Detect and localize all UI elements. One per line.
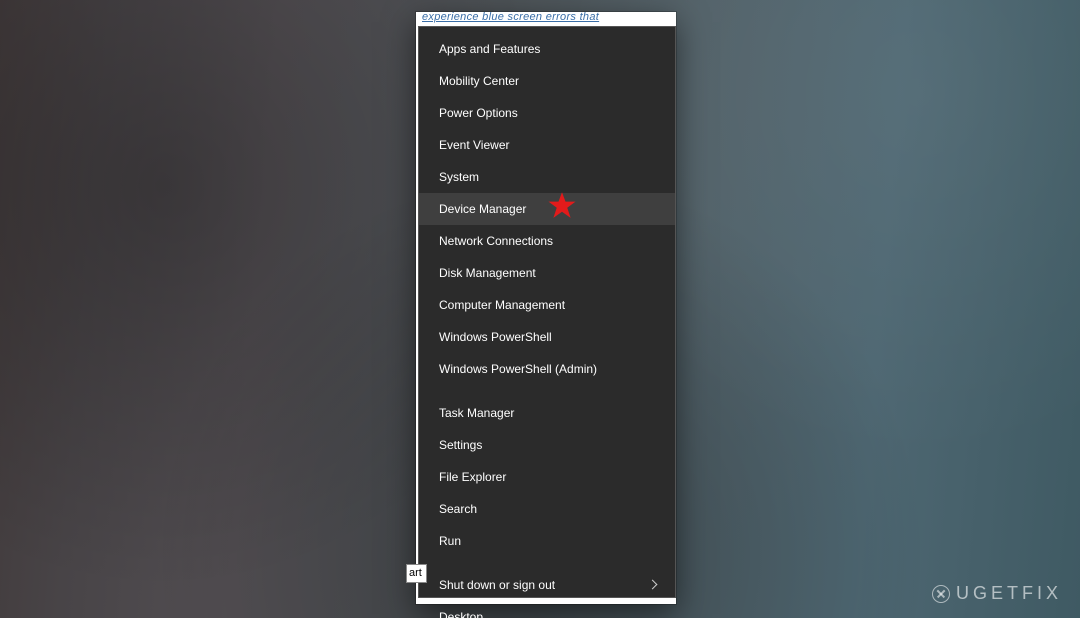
menu-item-windows-powershell[interactable]: Windows PowerShell bbox=[419, 321, 675, 353]
winx-power-user-menu: Apps and Features Mobility Center Power … bbox=[418, 26, 676, 598]
menu-item-label: Desktop bbox=[439, 610, 483, 618]
menu-group-2: Task Manager Settings File Explorer Sear… bbox=[419, 397, 675, 557]
menu-item-computer-management[interactable]: Computer Management bbox=[419, 289, 675, 321]
menu-item-label: Search bbox=[439, 502, 477, 516]
menu-item-label: Network Connections bbox=[439, 234, 553, 248]
menu-group-1: Apps and Features Mobility Center Power … bbox=[419, 27, 675, 385]
watermark-text: UGETFIX bbox=[956, 583, 1062, 604]
menu-item-file-explorer[interactable]: File Explorer bbox=[419, 461, 675, 493]
menu-item-label: Disk Management bbox=[439, 266, 536, 280]
menu-item-label: Run bbox=[439, 534, 461, 548]
menu-item-apps-and-features[interactable]: Apps and Features bbox=[419, 33, 675, 65]
chevron-right-icon bbox=[647, 579, 659, 591]
menu-item-desktop[interactable]: Desktop bbox=[419, 601, 675, 618]
menu-item-label: Power Options bbox=[439, 106, 518, 120]
menu-item-run[interactable]: Run bbox=[419, 525, 675, 557]
star-icon bbox=[547, 191, 577, 221]
desktop-background: experience blue screen errors that Apps … bbox=[0, 0, 1080, 618]
menu-item-network-connections[interactable]: Network Connections bbox=[419, 225, 675, 257]
menu-item-event-viewer[interactable]: Event Viewer bbox=[419, 129, 675, 161]
menu-item-windows-powershell-admin[interactable]: Windows PowerShell (Admin) bbox=[419, 353, 675, 385]
watermark: UGETFIX bbox=[932, 583, 1062, 604]
menu-item-power-options[interactable]: Power Options bbox=[419, 97, 675, 129]
menu-item-label: System bbox=[439, 170, 479, 184]
menu-item-mobility-center[interactable]: Mobility Center bbox=[419, 65, 675, 97]
screenshot-panel: experience blue screen errors that Apps … bbox=[416, 12, 676, 604]
menu-item-settings[interactable]: Settings bbox=[419, 429, 675, 461]
menu-item-label: Windows PowerShell (Admin) bbox=[439, 362, 597, 376]
start-tooltip: art bbox=[406, 564, 427, 583]
menu-item-label: Mobility Center bbox=[439, 74, 519, 88]
menu-item-label: Device Manager bbox=[439, 202, 526, 216]
background-article-text: experience blue screen errors that bbox=[416, 12, 676, 26]
menu-item-label: Apps and Features bbox=[439, 42, 540, 56]
menu-item-label: Shut down or sign out bbox=[439, 578, 555, 592]
wrench-icon bbox=[932, 585, 950, 603]
menu-item-shut-down-or-sign-out[interactable]: Shut down or sign out bbox=[419, 569, 675, 601]
menu-item-disk-management[interactable]: Disk Management bbox=[419, 257, 675, 289]
menu-item-label: Task Manager bbox=[439, 406, 514, 420]
menu-group-3: Shut down or sign out Desktop bbox=[419, 569, 675, 618]
menu-item-label: File Explorer bbox=[439, 470, 506, 484]
menu-item-system[interactable]: System bbox=[419, 161, 675, 193]
menu-item-search[interactable]: Search bbox=[419, 493, 675, 525]
menu-item-device-manager[interactable]: Device Manager bbox=[419, 193, 675, 225]
menu-item-label: Settings bbox=[439, 438, 482, 452]
menu-item-label: Windows PowerShell bbox=[439, 330, 552, 344]
menu-item-task-manager[interactable]: Task Manager bbox=[419, 397, 675, 429]
menu-item-label: Computer Management bbox=[439, 298, 565, 312]
menu-item-label: Event Viewer bbox=[439, 138, 509, 152]
